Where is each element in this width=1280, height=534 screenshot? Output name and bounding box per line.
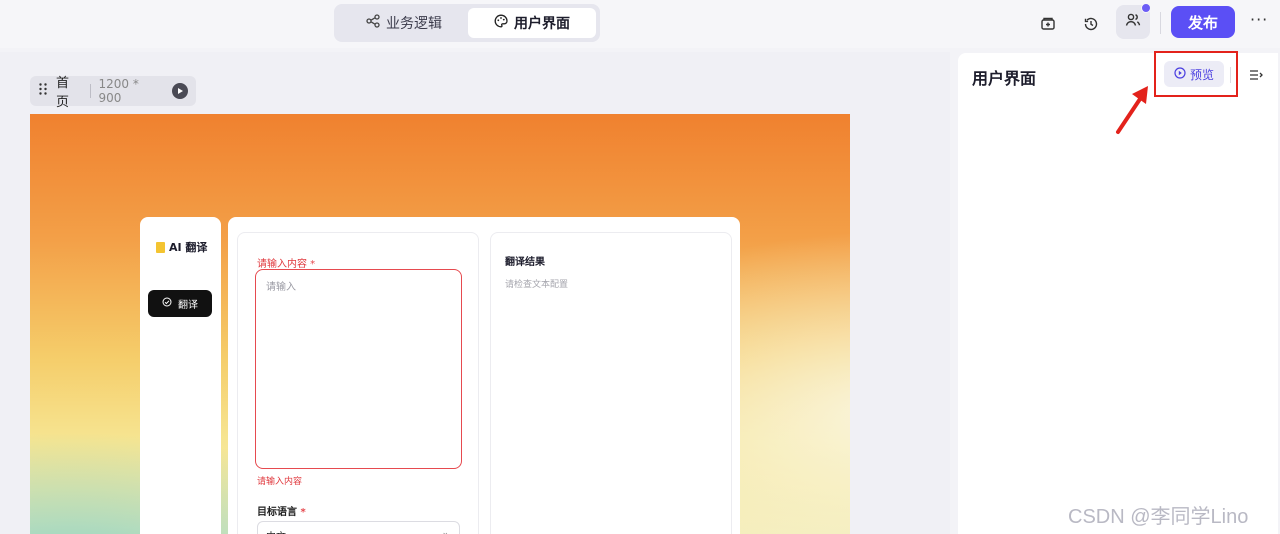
app-brand: AI 翻译 [156, 239, 207, 255]
annotation-arrow-icon [1116, 86, 1148, 134]
result-panel: 翻译结果 请检查文本配置 [490, 232, 732, 534]
flow-icon [366, 14, 380, 32]
translate-nav-label: 翻译 [178, 300, 198, 311]
target-language-label: 目标语言 [257, 503, 306, 518]
content-textarea[interactable]: 请输入 [255, 269, 462, 469]
panel-title: 用户界面 [972, 69, 1037, 88]
users-icon [1125, 12, 1141, 32]
mode-switch: 业务逻辑 用户界面 [334, 4, 600, 42]
app-main-card: 请输入内容 请输入 请输入内容 目标语言 中文 ⌄ 翻译结果 请检查文本配置 [228, 217, 740, 534]
highlight-box [1154, 51, 1238, 97]
watermark: CSDN @李同学Lino [1068, 506, 1249, 528]
target-language-select[interactable]: 中文 ⌄ [257, 521, 460, 534]
notification-dot [1141, 3, 1151, 13]
design-canvas: 首页 1200 * 900 AI 翻译 翻译 请输入内容 请输入 请输入内容 [0, 52, 950, 534]
palette-icon [494, 14, 508, 32]
input-panel: 请输入内容 请输入 请输入内容 目标语言 中文 ⌄ [237, 232, 479, 534]
tab-business-logic-label: 业务逻辑 [386, 16, 442, 32]
toolbar-divider [1160, 12, 1161, 34]
drag-handle-icon[interactable] [38, 82, 48, 100]
tab-user-interface-label: 用户界面 [514, 16, 570, 32]
collapse-panel-icon[interactable] [1246, 65, 1266, 85]
publish-button[interactable]: 发布 [1171, 6, 1235, 38]
result-hint: 请检查文本配置 [505, 280, 569, 290]
input-error-message: 请输入内容 [257, 477, 303, 487]
page-chip[interactable]: 首页 1200 * 900 [30, 76, 196, 110]
tab-business-logic[interactable]: 业务逻辑 [342, 8, 466, 38]
brand-logo-icon [156, 241, 165, 253]
page-name: 首页 [56, 76, 70, 110]
input-label: 请输入内容 [257, 255, 315, 270]
translate-nav-button[interactable]: 翻译 [148, 290, 212, 317]
chip-divider [89, 84, 91, 98]
page-size: 1200 * 900 [98, 77, 139, 105]
artboard: AI 翻译 翻译 请输入内容 请输入 请输入内容 目标语言 中文 ⌄ [30, 114, 850, 534]
result-title: 翻译结果 [505, 257, 545, 268]
collaborators-button[interactable] [1116, 3, 1151, 39]
tab-user-interface[interactable]: 用户界面 [468, 8, 596, 38]
more-menu-icon[interactable]: ··· [1250, 10, 1268, 29]
top-bar: 业务逻辑 用户界面 发布 ··· [0, 0, 1280, 48]
history-icon[interactable] [1079, 12, 1103, 36]
app-sidebar: AI 翻译 翻译 [140, 217, 221, 534]
brand-label: AI 翻译 [169, 241, 208, 254]
check-circle-icon [162, 297, 172, 310]
play-icon[interactable] [172, 83, 188, 99]
save-box-icon[interactable] [1036, 12, 1060, 36]
chevron-down-icon: ⌄ [441, 528, 449, 534]
